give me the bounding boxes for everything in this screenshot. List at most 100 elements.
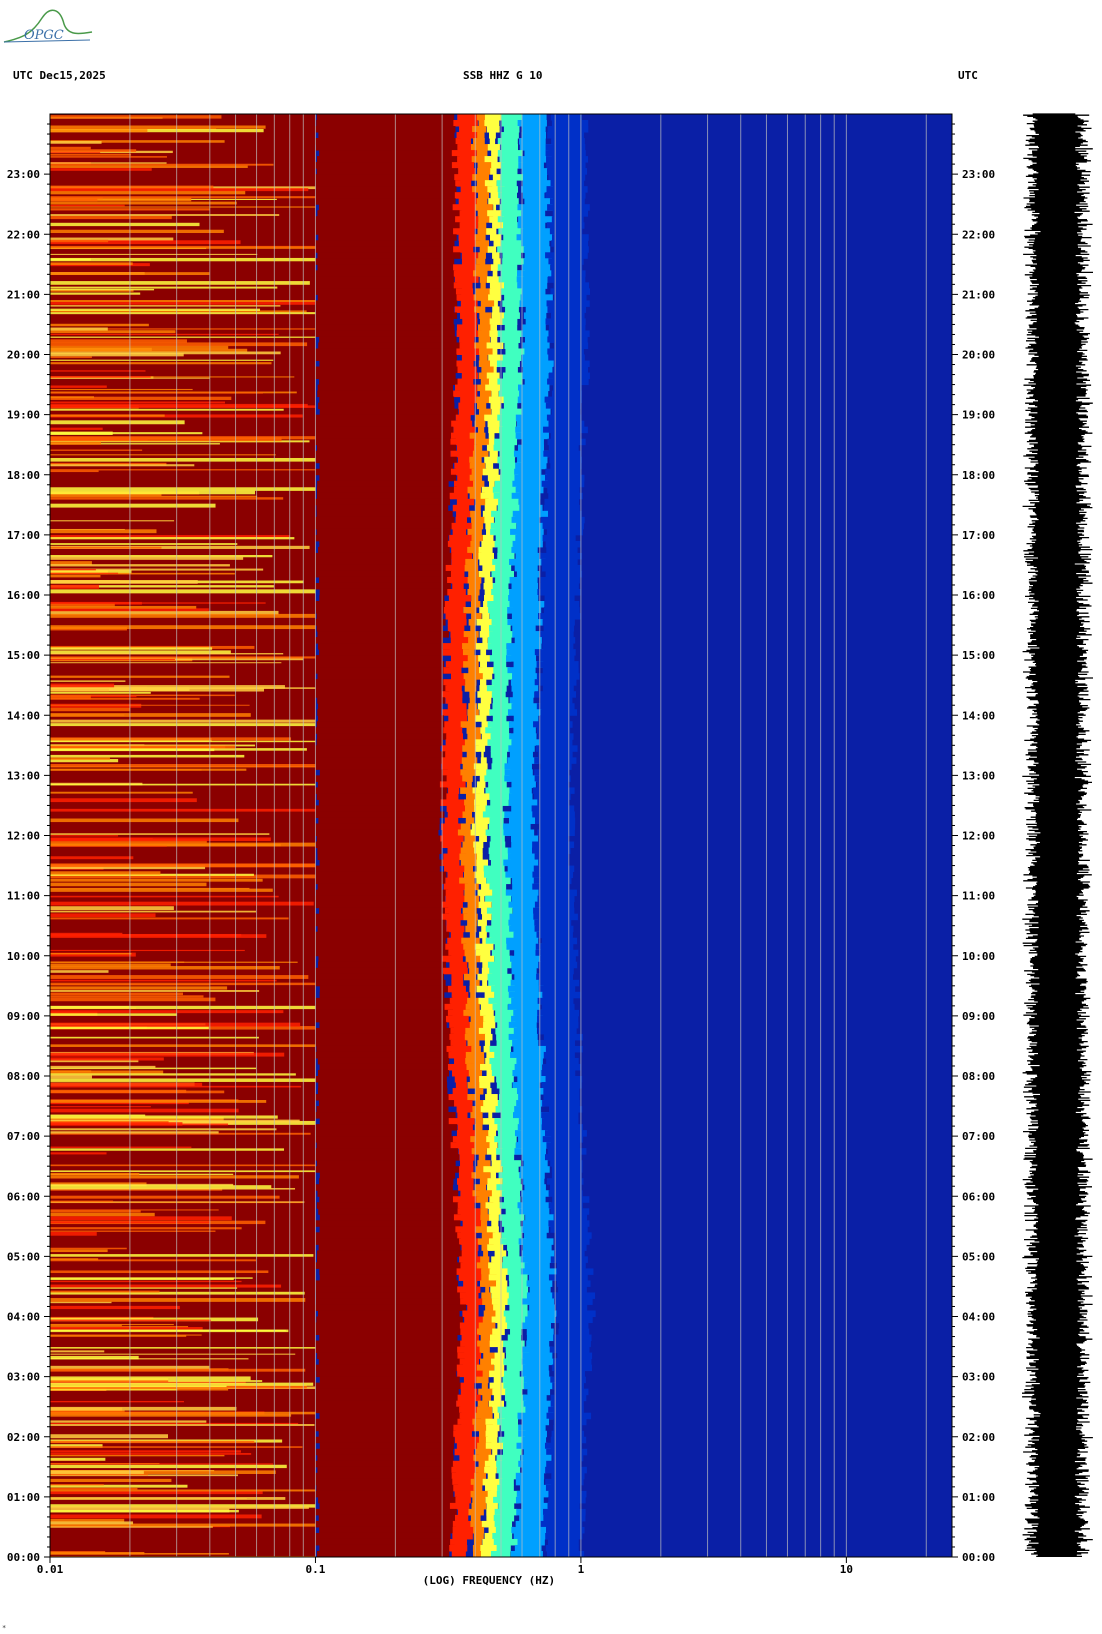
spectrum-band-cell xyxy=(547,276,586,283)
spectrum-band-cell xyxy=(498,1172,521,1179)
spectrum-band-cell xyxy=(319,336,457,343)
spectrum-band-cell xyxy=(545,570,583,578)
spectrum-band-cell xyxy=(497,456,515,464)
lowfreq-streak xyxy=(50,168,152,171)
spectrum-band-cell xyxy=(483,1250,489,1257)
spectrum-band-cell xyxy=(522,1364,549,1372)
spectrum-band-cell xyxy=(548,444,579,452)
spectrum-band-cell xyxy=(453,1214,482,1221)
spectrum-band-cell xyxy=(317,709,442,716)
spectrum-band-cell xyxy=(521,210,546,217)
spectrum-band-cell xyxy=(319,588,450,596)
spectrum-band-cell xyxy=(494,540,515,548)
spectrum-band-cell xyxy=(457,1370,483,1378)
spectrum-band-cell xyxy=(552,1196,590,1203)
spectrum-band-cell xyxy=(518,216,553,223)
spectrum-band-cell xyxy=(312,931,450,939)
lowfreq-streak xyxy=(50,990,260,992)
spectrum-band-cell xyxy=(475,240,490,247)
lowfreq-streak xyxy=(50,356,92,358)
lowfreq-streak xyxy=(50,798,197,803)
spectrum-band-cell xyxy=(318,1310,460,1317)
spectrum-band-cell xyxy=(455,288,474,295)
spectrum-band-cell xyxy=(489,883,507,891)
spectrum-band-cell xyxy=(515,426,548,434)
spectrum-band-cell xyxy=(543,607,580,614)
spectrum-band-cell xyxy=(514,637,542,644)
spectrum-band-cell xyxy=(482,468,499,476)
spectrum-band-cell xyxy=(502,1448,522,1456)
spectrum-band-cell xyxy=(481,967,490,975)
spectrum-band-cell xyxy=(311,456,457,464)
spectrum-band-cell xyxy=(459,853,479,861)
spectrum-band-cell xyxy=(314,420,458,428)
spectrum-band-cell xyxy=(553,366,589,374)
spectrum-band-cell xyxy=(475,769,487,776)
spectrum-band-cell xyxy=(484,114,504,121)
spectrum-band-cell xyxy=(460,1298,486,1305)
spectrum-band-cell xyxy=(318,1082,448,1089)
spectrum-band-cell xyxy=(447,871,464,879)
spectrum-band-cell xyxy=(488,1208,501,1215)
lowfreq-streak xyxy=(50,1376,251,1381)
spectrum-band-cell xyxy=(474,438,490,446)
spectrum-band-cell xyxy=(518,1094,541,1101)
spectrum-band-cell xyxy=(318,1208,460,1215)
y-tick-label-right: 08:00 xyxy=(962,1070,995,1083)
lowfreq-streak xyxy=(50,190,246,195)
spectrum-band-cell xyxy=(493,444,515,452)
spectrum-band-cell xyxy=(443,667,462,674)
spectrum-band-cell xyxy=(509,751,533,758)
spectrum-band-cell xyxy=(311,967,449,975)
y-tick-label-left: 07:00 xyxy=(7,1130,40,1143)
spectrum-band-cell xyxy=(313,468,456,476)
spectrum-band-cell xyxy=(473,763,488,770)
spectrum-band-cell xyxy=(476,877,487,885)
spectrum-band-cell xyxy=(316,528,451,536)
spectrum-band-cell xyxy=(524,348,549,355)
spectrum-band-cell xyxy=(313,222,461,229)
lowfreq-streak xyxy=(50,149,137,152)
lowfreq-streak xyxy=(50,1453,252,1455)
spectrum-band-cell xyxy=(545,468,581,476)
spectrum-band-cell xyxy=(497,1484,514,1492)
spectrum-band-cell xyxy=(312,937,446,945)
spectrum-band-cell xyxy=(317,210,462,217)
lowfreq-streak xyxy=(50,495,258,498)
lowfreq-streak xyxy=(50,437,282,442)
spectrum-band-cell xyxy=(498,390,520,398)
lowfreq-streak xyxy=(50,658,176,661)
spectrum-band-cell xyxy=(470,625,475,632)
spectrum-band-cell xyxy=(494,1136,517,1143)
spectrum-band-cell xyxy=(492,1532,513,1540)
spectrum-band-cell xyxy=(465,558,478,566)
spectrum-band-cell xyxy=(544,498,580,506)
spectrum-band-cell xyxy=(313,426,454,434)
spectrum-band-cell xyxy=(500,240,523,247)
spectrum-band-cell xyxy=(526,1334,557,1342)
spectrum-band-cell xyxy=(315,1130,452,1137)
lowfreq-streak xyxy=(50,1414,292,1417)
spectrum-band-cell xyxy=(319,1376,460,1384)
y-tick-label-right: 17:00 xyxy=(962,529,995,542)
lowfreq-streak xyxy=(50,385,107,388)
spectrum-band-cell xyxy=(486,877,511,885)
y-tick-label-left: 03:00 xyxy=(7,1371,40,1384)
lowfreq-streak xyxy=(50,1353,296,1355)
spectrum-band-cell xyxy=(316,1106,449,1113)
spectrum-band-cell xyxy=(509,787,532,794)
spectrum-band-cell xyxy=(317,252,461,259)
spectrum-band-cell xyxy=(499,450,516,458)
lowfreq-streak xyxy=(50,457,316,462)
lowfreq-streak xyxy=(50,1106,151,1108)
spectrum-band-cell xyxy=(488,847,510,855)
spectrum-band-cell xyxy=(475,949,491,957)
lowfreq-streak xyxy=(50,1434,168,1439)
spectrum-band-cell xyxy=(504,324,518,331)
lowfreq-streak xyxy=(50,878,263,882)
spectrum-band-cell xyxy=(447,703,467,710)
lowfreq-streak xyxy=(50,201,237,205)
spectrum-band-cell xyxy=(547,336,588,343)
spectrum-band-cell xyxy=(523,312,547,319)
spectrum-band-cell xyxy=(488,1112,493,1119)
